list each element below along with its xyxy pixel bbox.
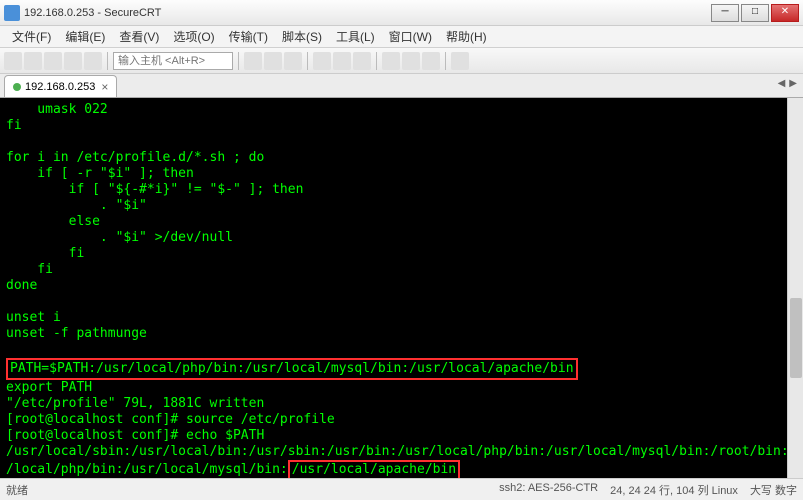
status-dot-icon — [13, 83, 21, 91]
terminal-line: unset i — [6, 310, 61, 325]
minimize-button[interactable]: ─ — [711, 4, 739, 22]
title-bar: 192.168.0.253 - SecureCRT ─ □ ✕ — [0, 0, 803, 26]
paste-icon[interactable] — [264, 52, 282, 70]
find-icon[interactable] — [284, 52, 302, 70]
menu-help[interactable]: 帮助(H) — [440, 26, 493, 47]
session-tab[interactable]: 192.168.0.253 × — [4, 75, 117, 97]
menu-bar: 文件(F) 编辑(E) 查看(V) 选项(O) 传输(T) 脚本(S) 工具(L… — [0, 26, 803, 48]
host-input[interactable] — [113, 52, 233, 70]
sessions-icon[interactable] — [382, 52, 400, 70]
terminal-line: [root@localhost conf]# source /etc/profi… — [6, 412, 335, 427]
terminal-line: done — [6, 278, 37, 293]
toolbar — [0, 48, 803, 74]
app-icon — [4, 5, 20, 21]
terminal-line: fi — [6, 262, 53, 277]
tab-next-icon[interactable]: ▶ — [789, 78, 797, 89]
window-buttons: ─ □ ✕ — [711, 4, 799, 22]
terminal-line: unset -f pathmunge — [6, 326, 147, 341]
disconnect-icon[interactable] — [64, 52, 82, 70]
terminal-line: /local/php/bin:/usr/local/mysql/bin: — [6, 462, 288, 477]
tab-nav: ◀ ▶ — [778, 78, 797, 89]
separator-icon — [238, 52, 239, 70]
status-caps: 大写 数字 — [750, 482, 797, 498]
menu-tools[interactable]: 工具(L) — [330, 26, 381, 47]
terminal-line: if [ "${-#*i}" != "$-" ]; then — [6, 182, 303, 197]
status-position: 24, 24 24 行, 104 列 Linux — [610, 482, 738, 498]
print-icon[interactable] — [313, 52, 331, 70]
tab-bar: 192.168.0.253 × ◀ ▶ — [0, 74, 803, 98]
menu-script[interactable]: 脚本(S) — [276, 26, 328, 47]
separator-icon — [376, 52, 377, 70]
terminal-line: /usr/local/sbin:/usr/local/bin:/usr/sbin… — [6, 444, 803, 459]
status-ssh: ssh2: AES-256-CTR — [499, 482, 598, 498]
reconnect-icon[interactable] — [44, 52, 62, 70]
tab-close-icon[interactable]: × — [101, 80, 108, 94]
close-button[interactable]: ✕ — [771, 4, 799, 22]
terminal[interactable]: umask 022 fi for i in /etc/profile.d/*.s… — [0, 98, 803, 498]
status-bar: 就绪 ssh2: AES-256-CTR 24, 24 24 行, 104 列 … — [0, 478, 803, 500]
status-ready: 就绪 — [6, 482, 28, 498]
copy-icon[interactable] — [244, 52, 262, 70]
new-session-icon[interactable] — [84, 52, 102, 70]
terminal-line: . "$i" >/dev/null — [6, 230, 233, 245]
menu-window[interactable]: 窗口(W) — [383, 26, 438, 47]
menu-view[interactable]: 查看(V) — [113, 26, 165, 47]
logging-icon[interactable] — [402, 52, 420, 70]
vertical-scrollbar[interactable] — [787, 98, 803, 498]
terminal-line: . "$i" — [6, 198, 147, 213]
quickconnect-icon[interactable] — [4, 52, 22, 70]
terminal-line: if [ -r "$i" ]; then — [6, 166, 194, 181]
separator-icon — [445, 52, 446, 70]
menu-edit[interactable]: 编辑(E) — [59, 26, 111, 47]
terminal-line: export PATH — [6, 380, 92, 395]
separator-icon — [107, 52, 108, 70]
separator-icon — [307, 52, 308, 70]
tab-prev-icon[interactable]: ◀ — [778, 78, 786, 89]
connect-icon[interactable] — [24, 52, 42, 70]
highlight-path-line: PATH=$PATH:/usr/local/php/bin:/usr/local… — [6, 358, 578, 380]
highlight-apache-bin: /usr/local/apache/bin — [288, 460, 460, 480]
terminal-line: "/etc/profile" 79L, 1881C written — [6, 396, 264, 411]
transfer-icon[interactable] — [451, 52, 469, 70]
terminal-line: umask 022 — [6, 102, 108, 117]
terminal-line: else — [6, 214, 100, 229]
properties-icon[interactable] — [333, 52, 351, 70]
menu-transfer[interactable]: 传输(T) — [223, 26, 274, 47]
terminal-line: fi — [6, 246, 84, 261]
terminal-line: for i in /etc/profile.d/*.sh ; do — [6, 150, 264, 165]
help-icon[interactable] — [422, 52, 440, 70]
terminal-line: [root@localhost conf]# echo $PATH — [6, 428, 264, 443]
terminal-line: fi — [6, 118, 22, 133]
maximize-button[interactable]: □ — [741, 4, 769, 22]
menu-file[interactable]: 文件(F) — [6, 26, 57, 47]
tab-label: 192.168.0.253 — [25, 81, 95, 93]
menu-options[interactable]: 选项(O) — [167, 26, 220, 47]
scrollbar-thumb[interactable] — [790, 298, 802, 378]
options-icon[interactable] — [353, 52, 371, 70]
window-title: 192.168.0.253 - SecureCRT — [24, 7, 711, 19]
